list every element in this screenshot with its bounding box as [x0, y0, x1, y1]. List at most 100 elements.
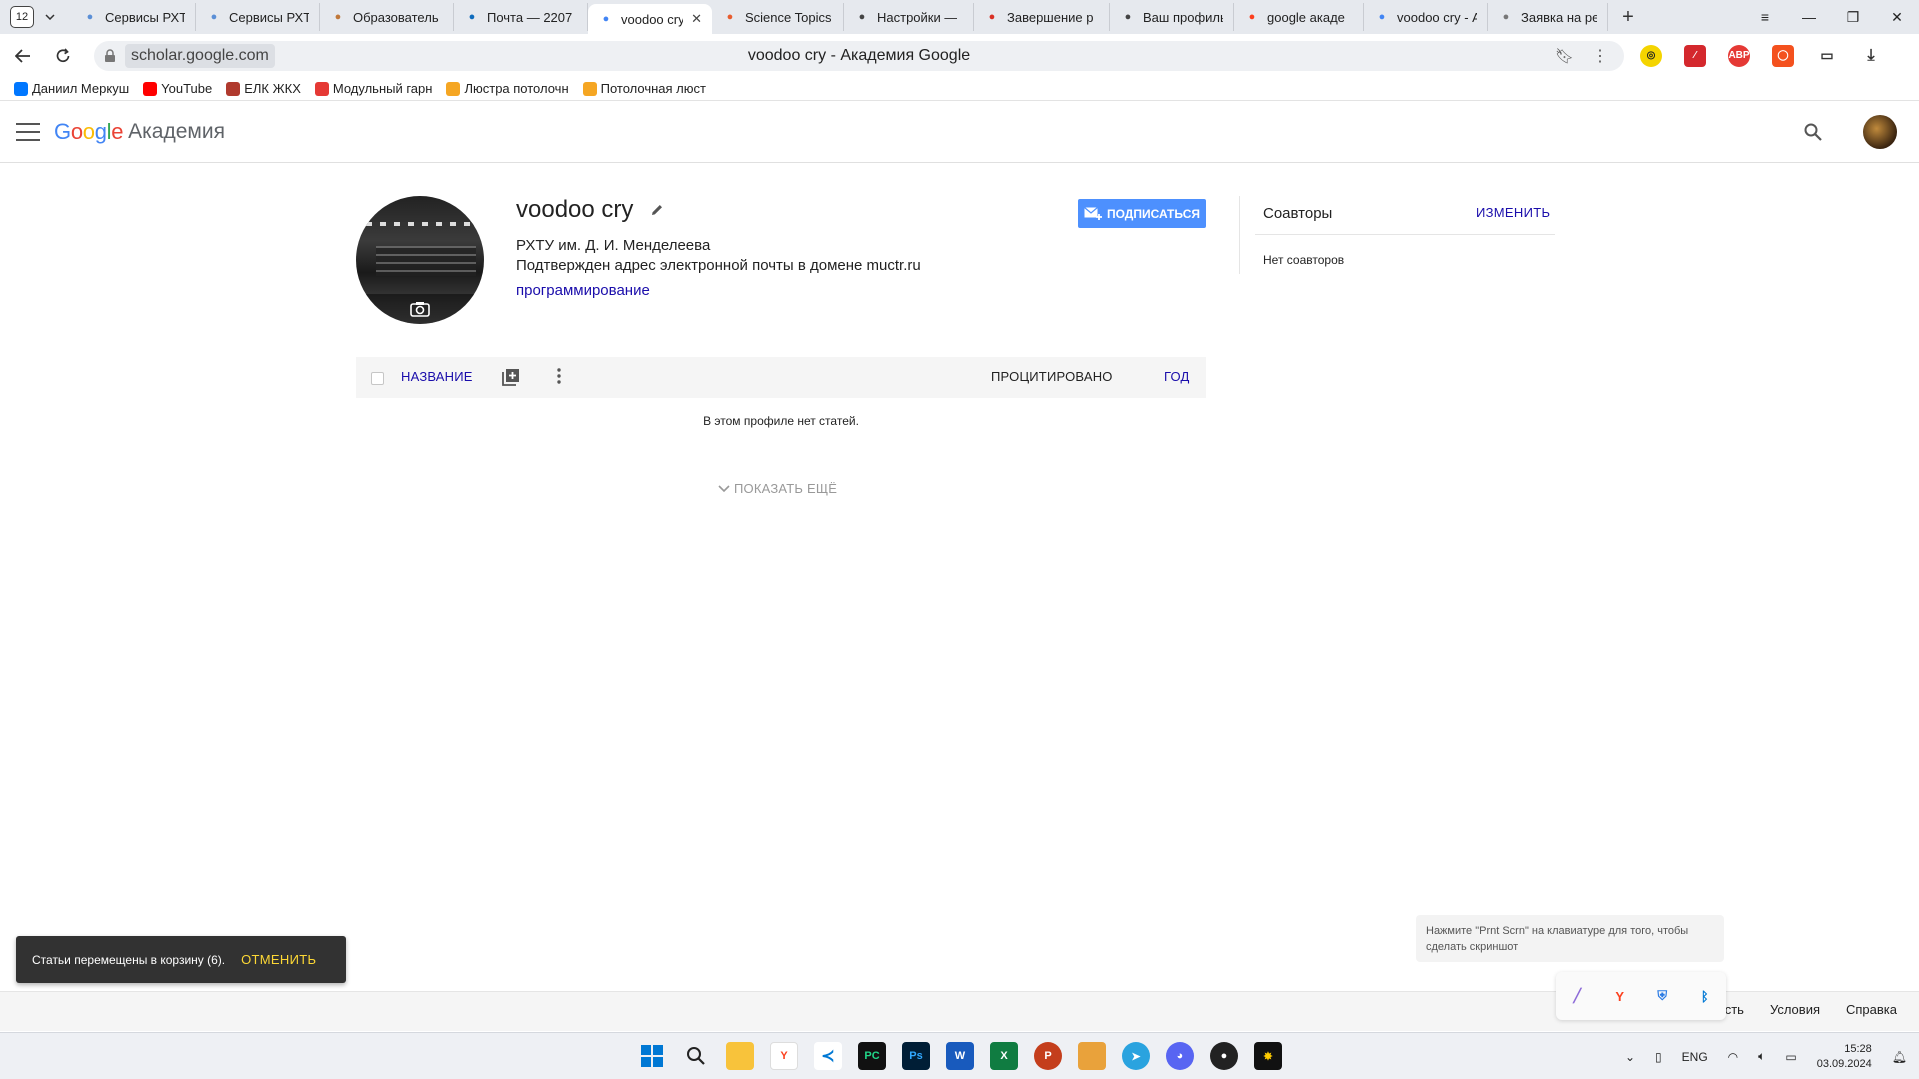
obs-icon[interactable]: ●: [1210, 1042, 1238, 1070]
system-clock[interactable]: 15:28 03.09.2024: [1817, 1042, 1872, 1072]
bookmarks-bar: Даниил Меркуш YouTube ЕЛК ЖКХ Модульный гар…: [0, 77, 1919, 101]
browser-tab[interactable]: ● voodoo cry ✕: [588, 4, 712, 34]
pen-icon[interactable]: ╱: [1565, 984, 1589, 1008]
profile-affiliation: РХТУ им. Д. И. Менделеева: [516, 237, 711, 254]
search-icon[interactable]: [1803, 122, 1823, 142]
bookmark-item[interactable]: YouTube: [143, 81, 212, 96]
youtube-icon: [143, 81, 158, 96]
discord-icon[interactable]: ◕: [1166, 1042, 1194, 1070]
arrow-left-icon: [15, 48, 30, 63]
follow-button[interactable]: ПОДПИСАТЬСЯ: [1078, 199, 1206, 228]
sort-by-year-button[interactable]: ГОД: [1164, 369, 1190, 384]
browser-tab[interactable]: ● Заявка на рег: [1488, 3, 1608, 31]
tablet-icon[interactable]: ▯: [1655, 1050, 1662, 1064]
browser-tab[interactable]: ● Настройки —: [844, 3, 974, 31]
sort-by-title-button[interactable]: НАЗВАНИЕ: [401, 369, 473, 384]
tab-list-dropdown[interactable]: [38, 5, 62, 29]
gear-icon: ●: [1502, 11, 1510, 23]
close-tab-icon[interactable]: ✕: [691, 11, 702, 27]
download-icon[interactable]: ⤓: [1860, 45, 1882, 67]
add-article-icon[interactable]: [502, 368, 520, 386]
select-all-checkbox[interactable]: [371, 372, 384, 385]
minimize-button[interactable]: —: [1787, 0, 1831, 34]
footer-link-help[interactable]: Справка: [1846, 1002, 1897, 1017]
show-more-button[interactable]: ПОКАЗАТЬ ЕЩЁ: [718, 481, 837, 496]
bookmark-label: ЕЛК ЖКХ: [244, 81, 301, 96]
restore-button[interactable]: ❐: [1831, 0, 1875, 34]
snackbar-undo-button[interactable]: ОТМЕНИТЬ: [241, 952, 316, 967]
browser-tab[interactable]: ● Ваш профиль: [1110, 3, 1234, 31]
volume-muted-icon[interactable]: 🔈︎: [1758, 1049, 1765, 1064]
browser-tab[interactable]: ● Почта — 2207: [454, 3, 588, 31]
excel-icon[interactable]: X: [990, 1042, 1018, 1070]
word-icon[interactable]: W: [946, 1042, 974, 1070]
hamburger-menu-icon[interactable]: [16, 123, 40, 141]
tab-title: Настройки —: [877, 9, 958, 25]
camera-icon[interactable]: [356, 294, 484, 324]
bookmark-item[interactable]: Люстра потолочн: [446, 81, 569, 96]
address-bar[interactable]: scholar.google.com voodoo cry - Академия…: [94, 40, 1624, 71]
input-language[interactable]: ENG: [1682, 1050, 1708, 1064]
screenshot-tip: Нажмите "Prnt Scrn" на клавиатуре для то…: [1416, 915, 1724, 962]
bookmark-label: Модульный гарн: [332, 81, 433, 96]
powerpoint-icon[interactable]: P: [1034, 1042, 1062, 1070]
yandex-icon[interactable]: Y: [1608, 984, 1632, 1008]
scholar-logo[interactable]: Google Академия: [54, 119, 225, 145]
coauthors-edit-button[interactable]: ИЗМЕНИТЬ: [1476, 205, 1550, 220]
back-button[interactable]: [6, 39, 40, 73]
browser-tab[interactable]: ● Science Topics: [712, 3, 844, 31]
scholar-icon: ●: [1378, 11, 1386, 23]
browser-tab[interactable]: ● Завершение р: [974, 3, 1110, 31]
profile-interest-link[interactable]: программирование: [516, 282, 650, 299]
bookmark-icon[interactable]: 🔖︎: [1555, 47, 1574, 65]
bookmark-label: Люстра потолочн: [464, 81, 569, 96]
notification-bell-icon[interactable]: 🔔︎: [1892, 1050, 1907, 1064]
close-window-button[interactable]: ✕: [1875, 0, 1919, 34]
file-explorer-icon[interactable]: [726, 1042, 754, 1070]
game-launcher-icon[interactable]: ✸: [1254, 1042, 1282, 1070]
no-articles-text: В этом профиле нет статей.: [703, 414, 859, 428]
tab-title: Science Topics: [745, 9, 832, 25]
profile-photo[interactable]: [356, 196, 484, 324]
bookmark-item[interactable]: Модульный гарн: [314, 81, 433, 96]
bluetooth-icon[interactable]: ᛒ: [1693, 984, 1717, 1008]
clock-time: 15:28: [1844, 1042, 1872, 1055]
search-icon[interactable]: [682, 1042, 710, 1070]
record-icon[interactable]: ◯: [1772, 44, 1794, 67]
browser-tab[interactable]: ● Сервисы РХТУ: [196, 3, 320, 31]
browser-tab[interactable]: ● voodoo cry - А: [1364, 3, 1488, 31]
photoshop-icon[interactable]: Ps: [902, 1042, 930, 1070]
chevron-up-icon[interactable]: ⌄: [1625, 1050, 1635, 1064]
tab-count-button[interactable]: 12: [10, 6, 34, 28]
pycharm-icon[interactable]: PC: [858, 1042, 886, 1070]
battery-icon[interactable]: ▭: [1785, 1050, 1796, 1064]
yandex-sticker-icon[interactable]: ◎: [1640, 44, 1662, 67]
windows-start-icon[interactable]: [638, 1042, 666, 1070]
no-coauthors-text: Нет соавторов: [1263, 253, 1345, 267]
footer-link-terms[interactable]: Условия: [1770, 1002, 1820, 1017]
browser-tab[interactable]: ● google акаде: [1234, 3, 1364, 31]
pdf-tool-icon[interactable]: ⁄: [1684, 44, 1706, 67]
more-vertical-icon[interactable]: ⋮: [1592, 46, 1608, 66]
vscode-icon[interactable]: ≺: [814, 1042, 842, 1070]
bookmark-item[interactable]: Потолочная люст: [582, 81, 706, 96]
wifi-icon[interactable]: ◠: [1728, 1050, 1738, 1064]
pencil-icon[interactable]: [650, 203, 664, 217]
menu-icon[interactable]: ≡: [1743, 0, 1787, 34]
yandex-browser-icon[interactable]: Y: [770, 1042, 798, 1070]
new-tab-button[interactable]: +: [1614, 3, 1642, 31]
tab-list: ●Сервисы РХТУ●Сервисы РХТУ●Образователь●…: [72, 0, 1608, 34]
browser-tab[interactable]: ● Образователь: [320, 3, 454, 31]
bookmark-item[interactable]: ЕЛК ЖКХ: [226, 81, 301, 96]
telegram-icon[interactable]: ➤: [1122, 1042, 1150, 1070]
browser-tab[interactable]: ● Сервисы РХТУ: [72, 3, 196, 31]
shield-icon[interactable]: ⛨: [1650, 984, 1674, 1008]
reload-button[interactable]: [46, 39, 80, 73]
battery-icon[interactable]: ▭: [1816, 45, 1838, 67]
account-avatar[interactable]: [1863, 115, 1897, 149]
cited-by-column[interactable]: ПРОЦИТИРОВАНО: [991, 369, 1113, 384]
more-vertical-icon[interactable]: [557, 368, 561, 384]
adblock-icon[interactable]: ABP: [1728, 44, 1750, 67]
photos-icon[interactable]: [1078, 1042, 1106, 1070]
bookmark-item[interactable]: Даниил Меркуш: [14, 81, 129, 96]
